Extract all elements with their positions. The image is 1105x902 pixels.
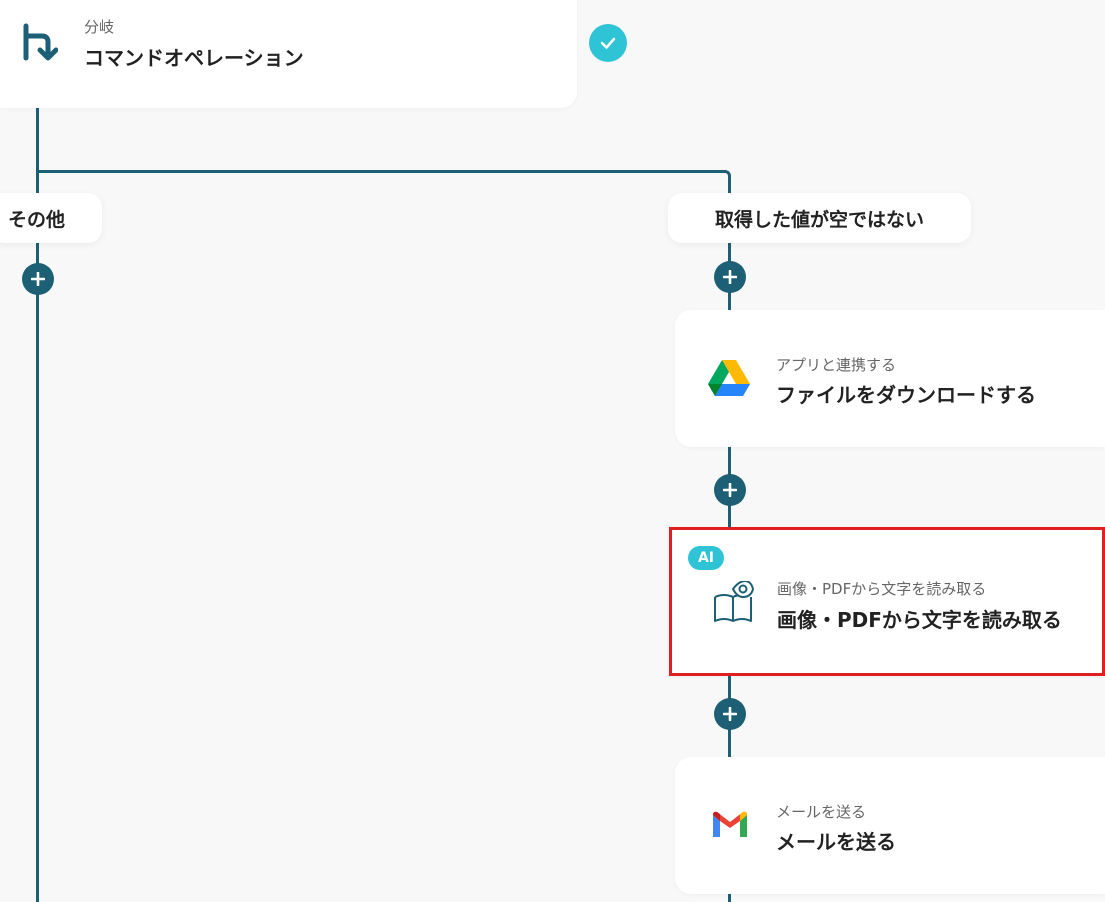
step-2-subtitle: 画像・PDFから文字を読み取る (777, 580, 987, 598)
add-step-button-2[interactable] (714, 474, 746, 506)
gmail-icon (709, 807, 751, 843)
branch-card-title: コマンドオペレーション (84, 46, 304, 70)
ai-badge: AI (688, 546, 724, 570)
step-3-title: メールを送る (776, 830, 896, 854)
plus-icon (723, 270, 737, 284)
branch-connector-horizontal (36, 170, 726, 173)
step-3-subtitle: メールを送る (776, 803, 867, 821)
ai-badge-label: AI (697, 550, 715, 566)
plus-icon (723, 483, 737, 497)
branch-icon (16, 20, 60, 64)
plus-icon (31, 272, 45, 286)
branch-card-subtitle: 分岐 (84, 18, 115, 36)
step-card-download-file[interactable]: アプリと連携する ファイルをダウンロードする (675, 310, 1105, 447)
branch-operation-card[interactable]: 分岐 コマンドオペレーション (0, 0, 577, 108)
step-1-subtitle: アプリと連携する (776, 356, 897, 374)
branch-label-not-empty: 取得した値が空ではない (668, 193, 971, 243)
branch-label-other-text: その他 (8, 208, 66, 231)
step-card-ocr[interactable]: AI 画像・PDFから文字を読み取る 画像・PDFから文字を読み取る (669, 527, 1105, 676)
book-eye-icon (710, 580, 756, 628)
add-step-button-3[interactable] (714, 698, 746, 730)
branch-label-other: その他 (0, 193, 102, 243)
plus-icon (723, 707, 737, 721)
step-1-title: ファイルをダウンロードする (776, 383, 1036, 407)
step-card-send-mail[interactable]: メールを送る メールを送る (675, 757, 1105, 894)
check-icon (589, 24, 627, 62)
add-step-button-left[interactable] (22, 263, 54, 295)
branch-label-not-empty-text: 取得した値が空ではない (714, 208, 924, 231)
google-drive-icon (707, 358, 751, 398)
step-2-title: 画像・PDFから文字を読み取る (777, 608, 1062, 632)
add-step-button-1[interactable] (714, 261, 746, 293)
